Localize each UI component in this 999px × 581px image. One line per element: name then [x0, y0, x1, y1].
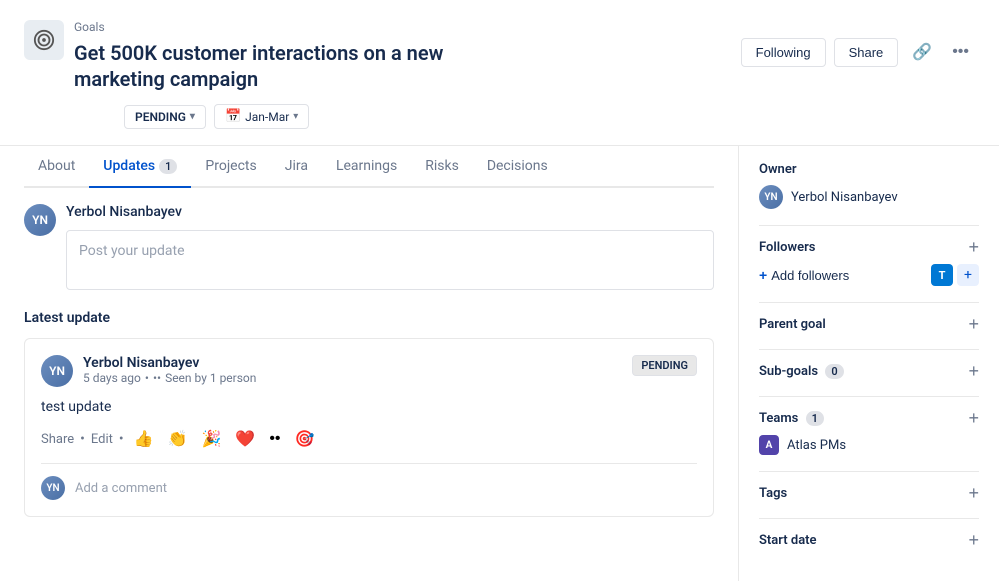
latest-update-title: Latest update [24, 310, 714, 326]
party-emoji[interactable]: 🎉 [197, 427, 225, 451]
status-label: PENDING [135, 110, 186, 124]
owner-name: Yerbol Nisanbayev [791, 190, 898, 205]
tab-projects[interactable]: Projects [191, 146, 270, 188]
update-text: test update [41, 399, 697, 415]
sub-goals-count: 0 [825, 364, 843, 379]
start-date-title: Start date [759, 533, 817, 548]
followers-title: Followers [759, 240, 815, 255]
update-status-badge: PENDING [632, 355, 697, 376]
quarter-chevron-icon: ▾ [293, 111, 298, 122]
add-team-button[interactable]: + [968, 409, 979, 427]
tab-jira[interactable]: Jira [271, 146, 322, 188]
share-button[interactable]: Share [834, 38, 899, 67]
ms-teams-icon: T [931, 264, 953, 286]
divider-6 [759, 518, 979, 519]
owner-section: Owner YN Yerbol Nisanbayev [759, 162, 979, 209]
divider-3 [759, 349, 979, 350]
current-user-avatar: YN [24, 204, 56, 236]
heart-emoji[interactable]: ❤️ [231, 427, 259, 451]
update-placeholder: Post your update [79, 243, 185, 259]
add-tag-button[interactable]: + [968, 484, 979, 502]
status-dropdown[interactable]: PENDING ▾ [124, 105, 206, 129]
divider-5 [759, 471, 979, 472]
add-followers-plus-button[interactable]: + [968, 238, 979, 256]
breadcrumb: Goals [74, 20, 105, 34]
sub-goals-title: Sub-goals 0 [759, 364, 844, 379]
tab-updates[interactable]: Updates 1 [89, 146, 191, 188]
update-meta: 5 days ago • •• Seen by 1 person [83, 371, 256, 385]
quarter-label: Jan-Mar [245, 110, 289, 124]
divider-1 [759, 225, 979, 226]
tab-learnings[interactable]: Learnings [322, 146, 411, 188]
add-follower-icon: + [957, 264, 979, 286]
followers-section: Followers + + Add followers T + [759, 238, 979, 286]
more-emoji[interactable]: •• [265, 428, 284, 450]
page-title: Get 500K customer interactions on a new … [74, 40, 494, 92]
divider-4 [759, 396, 979, 397]
teams-count: 1 [806, 411, 824, 426]
sub-goals-section: Sub-goals 0 + [759, 362, 979, 380]
add-parent-goal-button[interactable]: + [968, 315, 979, 333]
clap-emoji[interactable]: 👏 [164, 427, 192, 451]
link-icon[interactable]: 🔗 [906, 36, 938, 68]
goal-icon [24, 20, 64, 60]
more-options-button[interactable]: ••• [946, 37, 975, 67]
team-row: A Atlas PMs [759, 435, 979, 455]
edit-action[interactable]: Edit [91, 432, 113, 447]
latest-update-section: Latest update YN Yerbol Nisanbayev 5 day… [24, 310, 714, 517]
share-action[interactable]: Share [41, 432, 74, 447]
team-icon: A [759, 435, 779, 455]
tab-risks[interactable]: Risks [411, 146, 473, 188]
current-user-name: Yerbol Nisanbayev [66, 204, 182, 220]
teams-title: Teams 1 [759, 411, 824, 426]
update-input-area: YN Yerbol Nisanbayev Post your update [24, 204, 714, 290]
update-author-name: Yerbol Nisanbayev [83, 355, 256, 371]
target-emoji[interactable]: 🎯 [291, 427, 319, 451]
following-button[interactable]: Following [741, 38, 826, 67]
update-card: YN Yerbol Nisanbayev 5 days ago • •• See… [24, 338, 714, 517]
parent-goal-section: Parent goal + [759, 315, 979, 333]
owner-avatar: YN [759, 185, 783, 209]
add-followers-button[interactable]: + Add followers [759, 267, 849, 283]
tab-decisions[interactable]: Decisions [473, 146, 562, 188]
tags-section: Tags + [759, 484, 979, 502]
comment-input[interactable]: Add a comment [75, 481, 167, 496]
tags-title: Tags [759, 486, 787, 501]
divider-2 [759, 302, 979, 303]
tab-about[interactable]: About [24, 146, 89, 188]
update-actions: Share • Edit • 👍 👏 🎉 ❤️ •• 🎯 [41, 427, 697, 451]
tab-bar: About Updates 1 Projects Jira Learnings … [24, 146, 714, 188]
parent-goal-title: Parent goal [759, 317, 826, 332]
update-author-avatar: YN [41, 355, 73, 387]
updates-badge: 1 [159, 159, 177, 174]
owner-title: Owner [759, 162, 797, 177]
add-followers-label: Add followers [771, 268, 849, 283]
thumbs-up-emoji[interactable]: 👍 [130, 427, 158, 451]
update-input[interactable]: Post your update [66, 230, 714, 290]
follower-icons: T + [931, 264, 979, 286]
add-sub-goal-button[interactable]: + [968, 362, 979, 380]
quarter-dropdown[interactable]: 📅 Jan-Mar ▾ [214, 104, 309, 129]
comment-divider [41, 463, 697, 464]
calendar-icon: 📅 [225, 109, 241, 124]
team-name: Atlas PMs [787, 438, 846, 453]
teams-section: Teams 1 + A Atlas PMs [759, 409, 979, 455]
status-chevron-icon: ▾ [190, 111, 195, 122]
comment-user-avatar: YN [41, 476, 65, 500]
comment-area: YN Add a comment [41, 476, 697, 500]
